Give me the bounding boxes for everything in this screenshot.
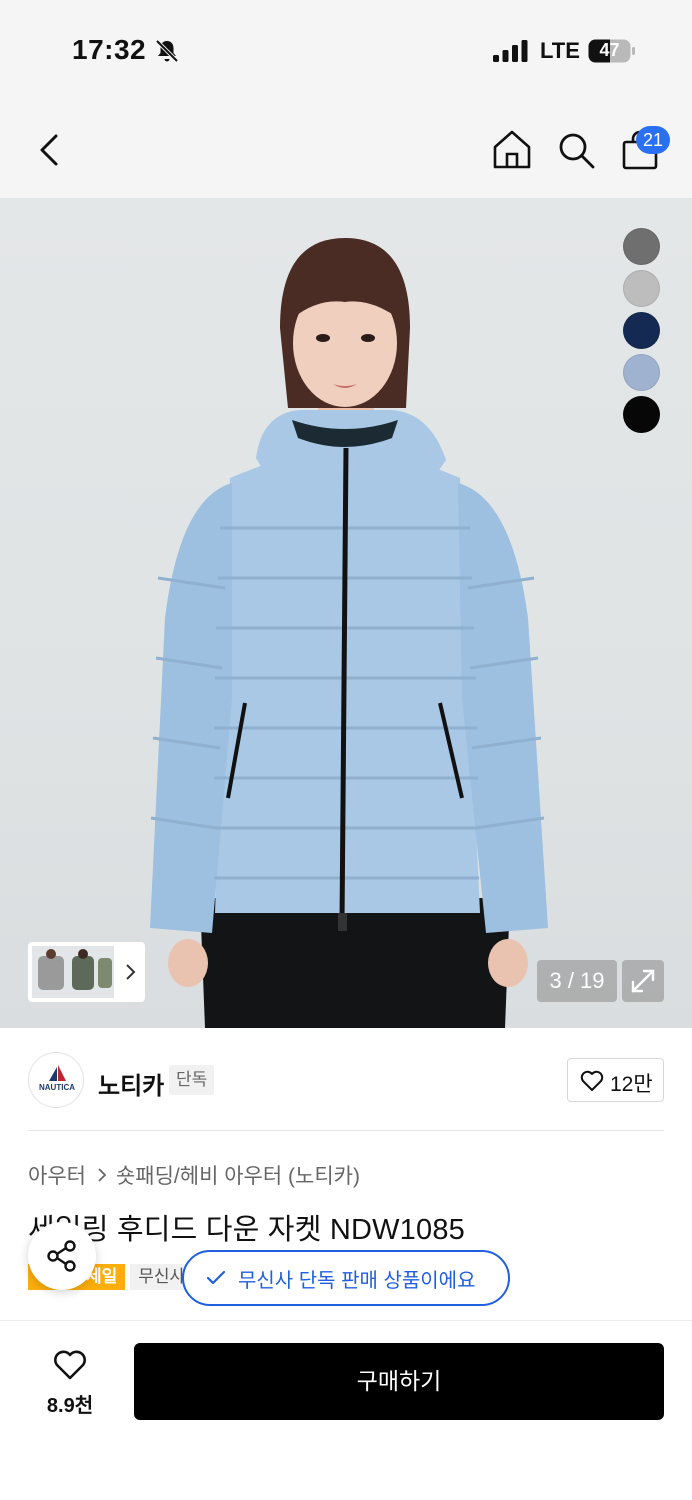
brand-name[interactable]: 노티카: [98, 1066, 164, 1101]
brand-logo[interactable]: NAUTICA: [28, 1052, 84, 1108]
product-image-gallery[interactable]: 3 / 19: [0, 198, 692, 1028]
product-title: 세일링 후디드 다운 자켓 NDW1085: [28, 1214, 465, 1246]
check-icon: [206, 1270, 226, 1285]
share-button[interactable]: [28, 1222, 96, 1290]
breadcrumb-subcategory[interactable]: 숏패딩/헤비 아우터 (노티카): [116, 1160, 360, 1190]
expand-button[interactable]: [622, 960, 664, 1002]
expand-icon: [631, 969, 655, 993]
color-swatch-gray[interactable]: [623, 228, 660, 265]
home-icon[interactable]: [490, 128, 534, 172]
brand-like-count: 12만: [610, 1073, 653, 1096]
thumbnail-strip[interactable]: [28, 942, 145, 1002]
signal-icon: [493, 40, 528, 62]
cart-count-badge: 21: [636, 126, 670, 154]
color-swatches: [623, 228, 660, 433]
breadcrumb-category[interactable]: 아우터: [28, 1160, 86, 1190]
product-like-button[interactable]: 8.9천: [40, 1345, 100, 1417]
exclusive-tag: 단독: [169, 1065, 215, 1095]
status-time: 17:32: [72, 34, 147, 65]
chevron-right-icon: [126, 964, 136, 980]
color-swatch-sky-blue[interactable]: [623, 354, 660, 391]
nav-bar: [0, 100, 692, 198]
bottom-bar: 8.9천 구매하기: [0, 1320, 692, 1500]
brand-row: NAUTICA 노티카 단독 12만: [0, 1030, 692, 1132]
bell-off-icon: [155, 39, 179, 63]
search-icon[interactable]: [556, 130, 596, 170]
buy-button[interactable]: 구매하기: [134, 1343, 664, 1420]
heart-icon: [580, 1070, 604, 1091]
color-swatch-black[interactable]: [623, 396, 660, 433]
toast-text: 무신사 단독 판매 상품이에요: [238, 1269, 476, 1292]
battery-level: 47: [599, 40, 620, 60]
divider: [28, 1130, 664, 1131]
product-like-count: 8.9천: [46, 1395, 94, 1417]
heart-icon: [54, 1350, 86, 1380]
battery-icon: 47: [588, 39, 636, 63]
color-swatch-navy[interactable]: [623, 312, 660, 349]
breadcrumb: 아우터 숏패딩/헤비 아우터 (노티카): [28, 1160, 360, 1190]
share-icon: [47, 1240, 76, 1272]
back-icon[interactable]: [34, 130, 66, 170]
exclusive-toast: 무신사 단독 판매 상품이에요: [182, 1250, 510, 1306]
sail-icon: [49, 1065, 66, 1081]
image-counter: 3 / 19: [537, 960, 617, 1002]
network-label: LTE: [540, 38, 580, 63]
thumbnail-image: [32, 946, 114, 998]
chevron-right-icon: [98, 1168, 107, 1182]
brand-logo-text: NAUTICA: [39, 1083, 75, 1092]
product-photo: [150, 238, 548, 1028]
brand-like-button[interactable]: 12만: [567, 1058, 664, 1102]
status-bar: 17:32 LTE 47: [0, 0, 692, 100]
color-swatch-light-gray[interactable]: [623, 270, 660, 307]
